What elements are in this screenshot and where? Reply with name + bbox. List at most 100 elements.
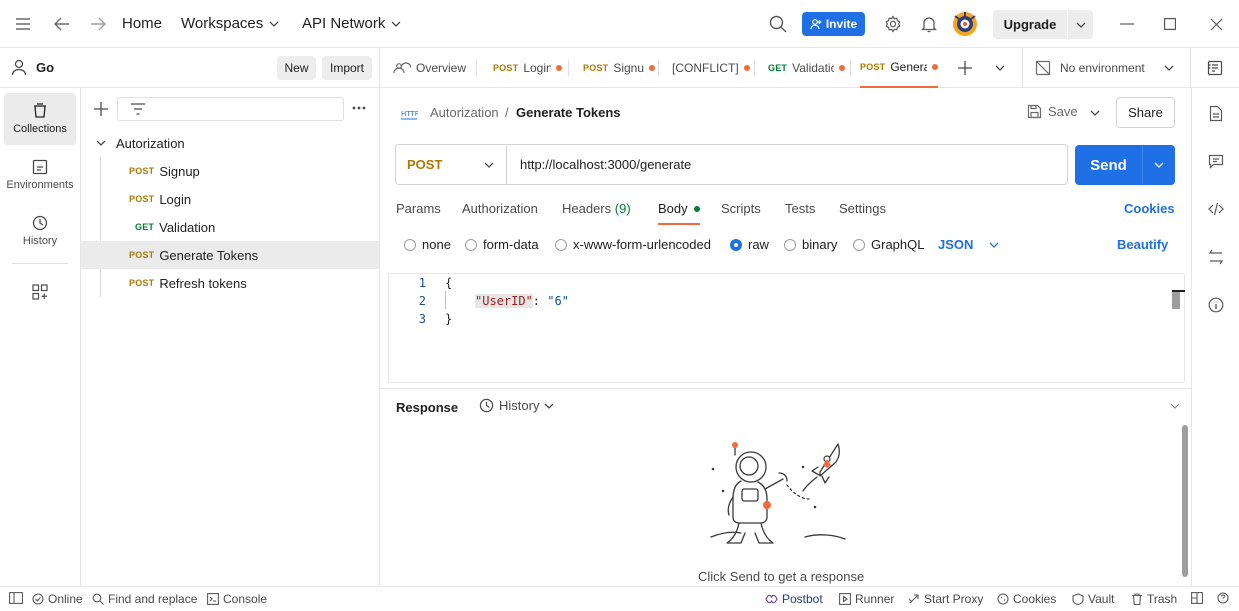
add-icon[interactable] — [94, 102, 108, 116]
forward-arrow-icon[interactable] — [84, 10, 112, 38]
body-status-dot — [693, 206, 700, 212]
http-request-icon: HTTP — [400, 105, 418, 121]
minimize-icon[interactable] — [1113, 10, 1141, 38]
tabs-overflow-chevron-icon[interactable] — [995, 65, 1005, 71]
rail-history[interactable]: History — [4, 205, 76, 257]
chevron-down-icon[interactable] — [1143, 162, 1175, 168]
code-snippet-icon[interactable] — [1206, 199, 1226, 219]
settings-gear-icon[interactable] — [879, 10, 907, 38]
cookies-button[interactable]: Cookies — [997, 592, 1056, 606]
environment-quick-look-icon[interactable] — [1207, 60, 1223, 76]
layout-toggle-icon[interactable] — [1191, 592, 1203, 604]
tab-generate-tokens[interactable]: POST Generate — [860, 48, 938, 88]
workspace-name[interactable]: Go — [36, 60, 54, 75]
find-replace-button[interactable]: Find and replace — [92, 592, 197, 606]
environment-selector[interactable]: No environment — [1060, 61, 1145, 75]
cookies-link[interactable]: Cookies — [1124, 201, 1175, 216]
tab-overview[interactable]: Overview — [393, 48, 473, 88]
beautify-link[interactable]: Beautify — [1117, 237, 1168, 252]
response-history-menu[interactable]: History — [479, 398, 554, 413]
tree-item-refresh-tokens[interactable]: POST Refresh tokens — [81, 269, 379, 297]
unsaved-dot — [649, 65, 655, 71]
method-select[interactable]: POST — [396, 145, 507, 184]
share-button[interactable]: Share — [1116, 97, 1175, 128]
tree-item-generate-tokens[interactable]: POST Generate Tokens — [81, 241, 379, 269]
radio-graphql[interactable]: GraphQL — [853, 237, 924, 252]
rail-collections[interactable]: Collections — [4, 93, 76, 145]
radio-urlencoded[interactable]: x-www-form-urlencoded — [555, 237, 711, 252]
body-editor[interactable] — [388, 273, 1185, 383]
invite-button[interactable]: Invite — [802, 12, 865, 36]
response-label[interactable]: Response — [396, 400, 458, 415]
code-open-brace: { — [445, 276, 453, 290]
api-network-menu[interactable]: API Network — [302, 15, 401, 32]
search-icon[interactable] — [764, 10, 792, 38]
console-button[interactable]: Console — [207, 592, 267, 606]
tree-item-validation[interactable]: GET Validation — [81, 213, 379, 241]
more-options-icon[interactable] — [352, 106, 366, 110]
tab-signup[interactable]: POST Signup — [583, 48, 655, 88]
save-options-chevron-icon[interactable] — [1090, 110, 1100, 116]
folder-row[interactable]: Autorization — [81, 129, 379, 157]
home-link[interactable]: Home — [122, 15, 162, 32]
close-icon[interactable] — [1202, 10, 1230, 38]
tree-item-login[interactable]: POST Login — [81, 185, 379, 213]
upgrade-button[interactable]: Upgrade — [993, 10, 1093, 39]
avatar[interactable] — [951, 10, 979, 38]
radio-form-data[interactable]: form-data — [465, 237, 539, 252]
request-title[interactable]: Generate Tokens — [516, 105, 621, 120]
radio-none[interactable]: none — [404, 237, 451, 252]
format-select[interactable]: JSON — [938, 237, 999, 252]
radio-binary[interactable]: binary — [784, 237, 837, 252]
collapse-response-chevron-icon[interactable] — [1170, 403, 1180, 409]
method-badge: POST — [129, 166, 155, 176]
tab-scripts[interactable]: Scripts — [721, 201, 761, 216]
editor-scrollbar[interactable] — [1172, 291, 1180, 309]
tab-validation[interactable]: GET Validation — [768, 48, 848, 88]
tab-body[interactable]: Body — [658, 201, 700, 225]
upgrade-label: Upgrade — [1003, 17, 1057, 32]
documentation-icon[interactable] — [1206, 103, 1226, 123]
url-input[interactable]: http://localhost:3000/generate — [507, 157, 691, 172]
radio-raw[interactable]: raw — [730, 237, 769, 252]
rail-collections-label: Collections — [13, 123, 67, 135]
rail-environments[interactable]: Environments — [4, 149, 76, 201]
vault-button[interactable]: Vault — [1072, 592, 1114, 606]
postbot-button[interactable]: Postbot — [765, 592, 823, 606]
tab-headers[interactable]: Headers (9) — [562, 201, 631, 216]
trash-button[interactable]: Trash — [1131, 592, 1177, 606]
tab-params[interactable]: Params — [396, 201, 441, 216]
chevron-down-icon[interactable] — [1164, 65, 1174, 71]
info-icon[interactable] — [1206, 295, 1226, 315]
tree-item-signup[interactable]: POST Signup — [81, 157, 379, 185]
save-button[interactable]: Save — [1027, 104, 1078, 119]
related-collections-icon[interactable] — [1206, 247, 1226, 267]
filter-input[interactable] — [117, 97, 344, 121]
response-scrollbar[interactable] — [1182, 425, 1188, 577]
help-icon[interactable] — [1217, 592, 1229, 604]
tab-settings[interactable]: Settings — [839, 201, 886, 216]
tab-conflict[interactable]: [CONFLICT] — [672, 48, 752, 88]
menu-icon[interactable] — [9, 10, 37, 38]
configure-workbench-icon[interactable] — [32, 284, 48, 300]
maximize-icon[interactable] — [1156, 10, 1184, 38]
workspaces-menu[interactable]: Workspaces — [181, 15, 279, 32]
comments-icon[interactable] — [1206, 151, 1226, 171]
sidebar-toggle-icon[interactable] — [9, 592, 23, 604]
online-status[interactable]: Online — [32, 592, 83, 606]
new-button[interactable]: New — [277, 56, 316, 80]
notification-bell-icon[interactable] — [915, 10, 943, 38]
tab-tests[interactable]: Tests — [785, 201, 815, 216]
send-button[interactable]: Send — [1075, 145, 1175, 185]
runner-button[interactable]: Runner — [839, 592, 894, 606]
import-button[interactable]: Import — [322, 56, 372, 80]
tab-login[interactable]: POST Login — [493, 48, 565, 88]
chevron-down-icon[interactable] — [1068, 22, 1093, 28]
start-proxy-button[interactable]: Start Proxy — [908, 592, 983, 606]
back-arrow-icon[interactable] — [48, 10, 76, 38]
tab-label: [CONFLICT] — [672, 61, 739, 75]
api-network-label: API Network — [302, 15, 386, 32]
new-tab-icon[interactable] — [958, 61, 972, 75]
breadcrumb-parent[interactable]: Autorization — [430, 105, 499, 120]
tab-authorization[interactable]: Authorization — [462, 201, 538, 216]
